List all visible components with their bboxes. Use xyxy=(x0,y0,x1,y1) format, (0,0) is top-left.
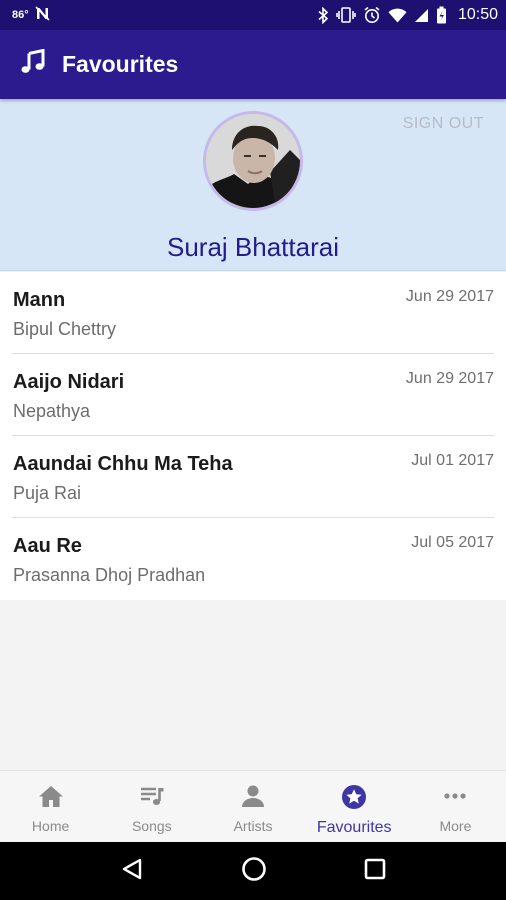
sign-out-button[interactable]: SIGN OUT xyxy=(403,115,484,133)
nav-artists[interactable]: Artists xyxy=(202,771,303,842)
song-date: Jun 29 2017 xyxy=(405,370,494,387)
page-title: Favourites xyxy=(62,51,179,77)
song-date: Jul 01 2017 xyxy=(411,452,494,469)
signal-icon xyxy=(414,8,429,23)
song-date: Jun 29 2017 xyxy=(405,288,494,305)
nav-label: More xyxy=(439,818,472,834)
temperature-text: 86° xyxy=(12,9,29,21)
battery-icon xyxy=(436,6,447,24)
list-item[interactable]: Aaijo Nidari Nepathya Jun 29 2017 xyxy=(12,354,494,436)
profile-header: SIGN OUT Suraj Bhattarai xyxy=(0,99,506,271)
recents-icon[interactable] xyxy=(364,858,386,885)
nav-home[interactable]: Home xyxy=(0,771,101,842)
vibrate-icon xyxy=(336,7,356,23)
nav-label: Home xyxy=(31,818,70,834)
song-artist: Nepathya xyxy=(13,401,91,421)
notification-n-icon xyxy=(35,6,50,24)
bottom-nav: Home Songs Artists Favourites More xyxy=(0,770,506,842)
more-dots-icon xyxy=(442,784,468,811)
nav-songs[interactable]: Songs xyxy=(101,771,202,842)
song-title: Mann xyxy=(13,289,66,311)
home-circle-icon[interactable] xyxy=(241,856,267,887)
playlist-icon xyxy=(139,784,165,811)
avatar[interactable] xyxy=(203,111,303,211)
nav-label: Songs xyxy=(131,818,172,834)
status-bar: 86° 10:50 xyxy=(0,0,506,30)
bluetooth-icon xyxy=(317,6,329,24)
list-item[interactable]: Aaundai Chhu Ma Teha Puja Rai Jul 01 201… xyxy=(12,436,494,518)
star-circle-icon xyxy=(341,784,367,815)
clock: 10:50 xyxy=(457,6,498,23)
song-title: Aaundai Chhu Ma Teha xyxy=(13,453,233,475)
song-title: Aau Re xyxy=(13,535,82,557)
list-item[interactable]: Aau Re Prasanna Dhoj Pradhan Jul 05 2017 xyxy=(12,518,494,600)
list-item[interactable]: Mann Bipul Chettry Jun 29 2017 xyxy=(12,272,494,354)
alarm-icon xyxy=(363,6,381,24)
person-icon xyxy=(240,784,266,811)
nav-label: Favourites xyxy=(316,819,392,836)
song-date: Jul 05 2017 xyxy=(411,534,494,551)
nav-label: Artists xyxy=(233,818,273,834)
music-note-icon xyxy=(20,48,46,80)
song-artist: Puja Rai xyxy=(13,483,82,503)
song-title: Aaijo Nidari xyxy=(13,371,125,393)
song-artist: Bipul Chettry xyxy=(13,319,117,339)
nav-favourites[interactable]: Favourites xyxy=(304,771,405,842)
user-name: Suraj Bhattarai xyxy=(167,232,339,262)
wifi-icon xyxy=(388,8,407,23)
favourites-list: Mann Bipul Chettry Jun 29 2017 Aaijo Nid… xyxy=(0,272,506,600)
song-artist: Prasanna Dhoj Pradhan xyxy=(13,565,206,585)
app-bar: Favourites xyxy=(0,30,506,99)
back-icon[interactable] xyxy=(120,857,144,886)
nav-more[interactable]: More xyxy=(405,771,506,842)
home-icon xyxy=(38,784,64,811)
system-nav-bar xyxy=(0,842,506,900)
